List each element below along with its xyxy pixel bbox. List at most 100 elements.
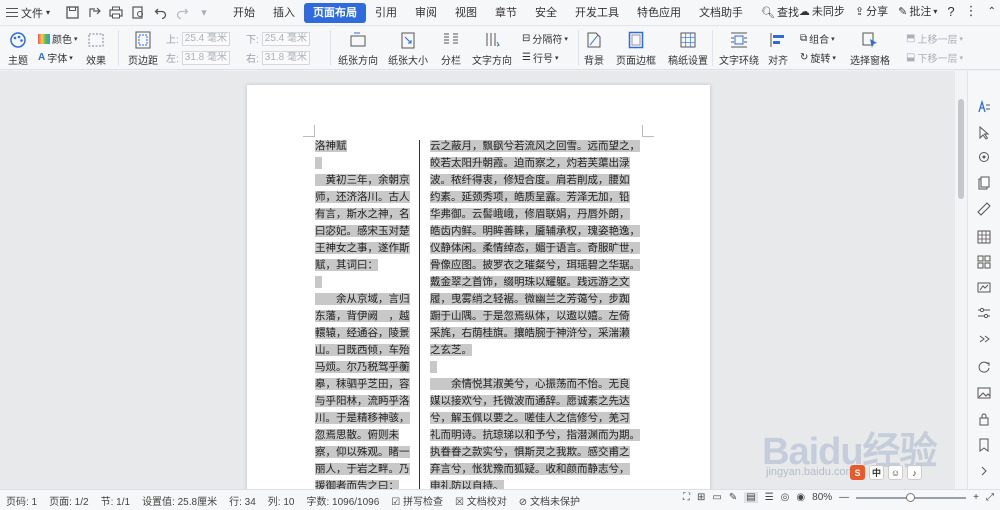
margin-top-input[interactable]: 25.4 毫米	[181, 31, 230, 46]
tab-developer[interactable]: 开发工具	[566, 3, 628, 23]
page-border-button[interactable]: 页面边框	[616, 30, 656, 67]
file-menu-button[interactable]: 文件 ▾	[0, 2, 58, 24]
ime-logo-icon[interactable]: S	[850, 465, 865, 480]
paper-size-button[interactable]: 纸张大小	[388, 30, 428, 67]
text-line[interactable]: 轘辕，经通谷，陵景	[315, 325, 410, 342]
text-line[interactable]: 骨像应图。披罗衣之璀粲兮，珥瑶碧之华琚。	[430, 257, 642, 274]
tab-features[interactable]: 特色应用	[628, 3, 690, 23]
zoom-in-icon[interactable]: +	[973, 492, 979, 503]
export-icon[interactable]	[86, 5, 102, 21]
text-line[interactable]: 皋，秣驷乎芝田，容	[315, 376, 410, 393]
fit-window-icon[interactable]: ⤢	[986, 492, 994, 503]
zoom-slider[interactable]	[856, 492, 967, 502]
chart-icon[interactable]	[976, 279, 992, 295]
margin-right-input[interactable]: 31.8 毫米	[261, 50, 310, 65]
tab-chapter[interactable]: 章节	[486, 3, 526, 23]
text-line[interactable]: 执眷眷之款实兮，惧斯灵之我欺。感交甫之	[430, 444, 642, 461]
margin-bottom-field[interactable]: 下: 25.4 毫米	[246, 31, 310, 46]
document-page[interactable]: 洛神赋 黄初三年，余朝京 师，还济洛川。古人 有言，斯水之神，名 曰宓妃。感宋玉对楚王…	[247, 85, 710, 509]
color-button[interactable]: 颜色 ▾	[38, 31, 78, 46]
zoom-out-icon[interactable]: —	[839, 492, 849, 503]
text-line[interactable]: 东藩，背伊阙 ，越	[315, 308, 410, 325]
bring-forward-button[interactable]: ⬒ 上移一层 ▾	[906, 31, 963, 46]
text-line[interactable]: 川。于是精移神骇，	[315, 410, 410, 427]
fullscreen-icon[interactable]: ⛶	[683, 492, 690, 503]
text-line[interactable]: 之玄芝。	[430, 342, 642, 359]
text-line[interactable]: 与乎阳林，流眄乎洛	[315, 393, 410, 410]
line-number-button[interactable]: ☰ 行号 ▾	[522, 50, 558, 65]
columns-button[interactable]: 分栏	[441, 30, 461, 67]
status-position[interactable]: 设置值: 25.8厘米	[136, 493, 223, 508]
status-page-code[interactable]: 页码: 1	[0, 493, 43, 508]
send-backward-button[interactable]: ⬓ 下移一层 ▾	[906, 50, 963, 65]
text-line[interactable]: 赋，其词曰：	[315, 257, 410, 274]
orientation-button[interactable]: 纸张方向	[338, 30, 378, 67]
text-line[interactable]: 察，仰以殊观。睹一	[315, 444, 410, 461]
margin-left-input[interactable]: 31.8 毫米	[181, 50, 230, 65]
text-line[interactable]: 丽人，于岩之畔。乃	[315, 461, 410, 478]
save-icon[interactable]	[64, 5, 80, 21]
text-line[interactable]: 有言，斯水之神，名	[315, 206, 410, 223]
tab-references[interactable]: 引用	[366, 3, 406, 23]
print-icon[interactable]	[108, 5, 124, 21]
grid-paper-button[interactable]: 稿纸设置	[668, 30, 708, 67]
apps-icon[interactable]	[976, 254, 992, 270]
theme-button[interactable]: 主题	[8, 30, 28, 67]
text-line[interactable]: 王神女之事，遂作斯	[315, 240, 410, 257]
collapse-ribbon-button[interactable]: ⌃	[988, 6, 996, 17]
lock-icon[interactable]	[976, 411, 992, 427]
zoom-slider-knob[interactable]	[906, 492, 916, 502]
ime-emoji-icon[interactable]: ☺	[888, 465, 903, 480]
refresh-icon[interactable]	[976, 359, 992, 375]
protect-button[interactable]: ⊘ 文档未保护	[513, 493, 586, 508]
margin-left-field[interactable]: 左: 31.8 毫米	[166, 50, 230, 65]
undo-icon[interactable]	[152, 5, 168, 21]
style-icon[interactable]	[976, 99, 992, 115]
text-line[interactable]: 波。秾纤得衷，修短合度。肩若削成，腰如	[430, 172, 642, 189]
proofread-button[interactable]: ☒ 文档校对	[449, 493, 513, 508]
page-view-icon[interactable]: ▤	[744, 492, 758, 503]
status-section[interactable]: 节: 1/1	[95, 493, 136, 508]
tab-home[interactable]: 开始	[224, 3, 264, 23]
share-doc-icon[interactable]	[976, 175, 992, 191]
eye-protect-icon[interactable]: ◉	[796, 492, 805, 503]
text-line[interactable]: 弃言兮，怅犹豫而狐疑。收和颜而静志兮，	[430, 461, 642, 478]
chevron-right-icon[interactable]	[976, 463, 992, 479]
web-view-icon[interactable]: ◎	[781, 492, 790, 503]
rotate-button[interactable]: ↻ 旋转 ▾	[800, 50, 836, 65]
tab-view[interactable]: 视图	[446, 3, 486, 23]
scrollbar-thumb[interactable]	[958, 99, 964, 199]
focus-mode-icon[interactable]: ⊞	[697, 492, 705, 503]
status-page-count[interactable]: 页面: 1/2	[43, 493, 94, 508]
table-icon[interactable]	[976, 229, 992, 245]
pen-icon[interactable]: ✎	[729, 492, 737, 503]
text-line[interactable]: 曰宓妃。感宋玉对楚	[315, 223, 410, 240]
text-line[interactable]: 戴金翠之首饰，缀明珠以耀躯。践远游之文	[430, 274, 642, 291]
status-word-count[interactable]: 字数: 1096/1096	[300, 493, 385, 508]
margin-right-field[interactable]: 右: 31.8 毫米	[246, 50, 310, 65]
background-button[interactable]: 背景	[584, 30, 604, 67]
tab-review[interactable]: 审阅	[406, 3, 446, 23]
share-button[interactable]: ⇪ 分享	[855, 3, 888, 19]
ruler-icon[interactable]	[976, 201, 992, 217]
tab-page-layout[interactable]: 页面布局	[304, 2, 367, 23]
margin-top-field[interactable]: 上: 25.4 毫米	[166, 31, 230, 46]
text-line[interactable]: 马烦。尔乃税驾乎蘅	[315, 359, 410, 376]
redo-icon[interactable]	[174, 5, 190, 21]
text-line[interactable]: 黄初三年，余朝京	[315, 172, 410, 189]
image-icon[interactable]	[976, 385, 992, 401]
font-button[interactable]: A 字体 ▾	[38, 50, 73, 65]
effect-button[interactable]: 效果	[86, 30, 106, 67]
text-line[interactable]: 华弗御。云髻峨峨，修眉联娟，丹唇外朗，	[430, 206, 642, 223]
text-line[interactable]: 蹰于山隅。于是忽焉纵体，以遨以嬉。左倚	[430, 308, 642, 325]
text-line[interactable]: 皎若太阳升朝霞。迫而察之，灼若芙蕖出渌	[430, 155, 642, 172]
tab-insert[interactable]: 插入	[264, 3, 304, 23]
text-line[interactable]: 仪静体闲。柔情绰态，媚于语言。奇服旷世，	[430, 240, 642, 257]
text-line[interactable]	[315, 155, 410, 172]
help-button[interactable]: ?	[947, 4, 954, 19]
tab-doc-assistant[interactable]: 文档助手	[690, 3, 752, 23]
right-text-column[interactable]: 云之蔽月，飘飖兮若流风之回雪。远而望之， 皎若太阳升朝霞。迫而察之，灼若芙蕖出渌波…	[430, 138, 642, 510]
text-line[interactable]: 洛神赋	[315, 138, 410, 155]
margin-button[interactable]: 页边距	[128, 30, 158, 67]
bookmark-icon[interactable]	[976, 437, 992, 453]
